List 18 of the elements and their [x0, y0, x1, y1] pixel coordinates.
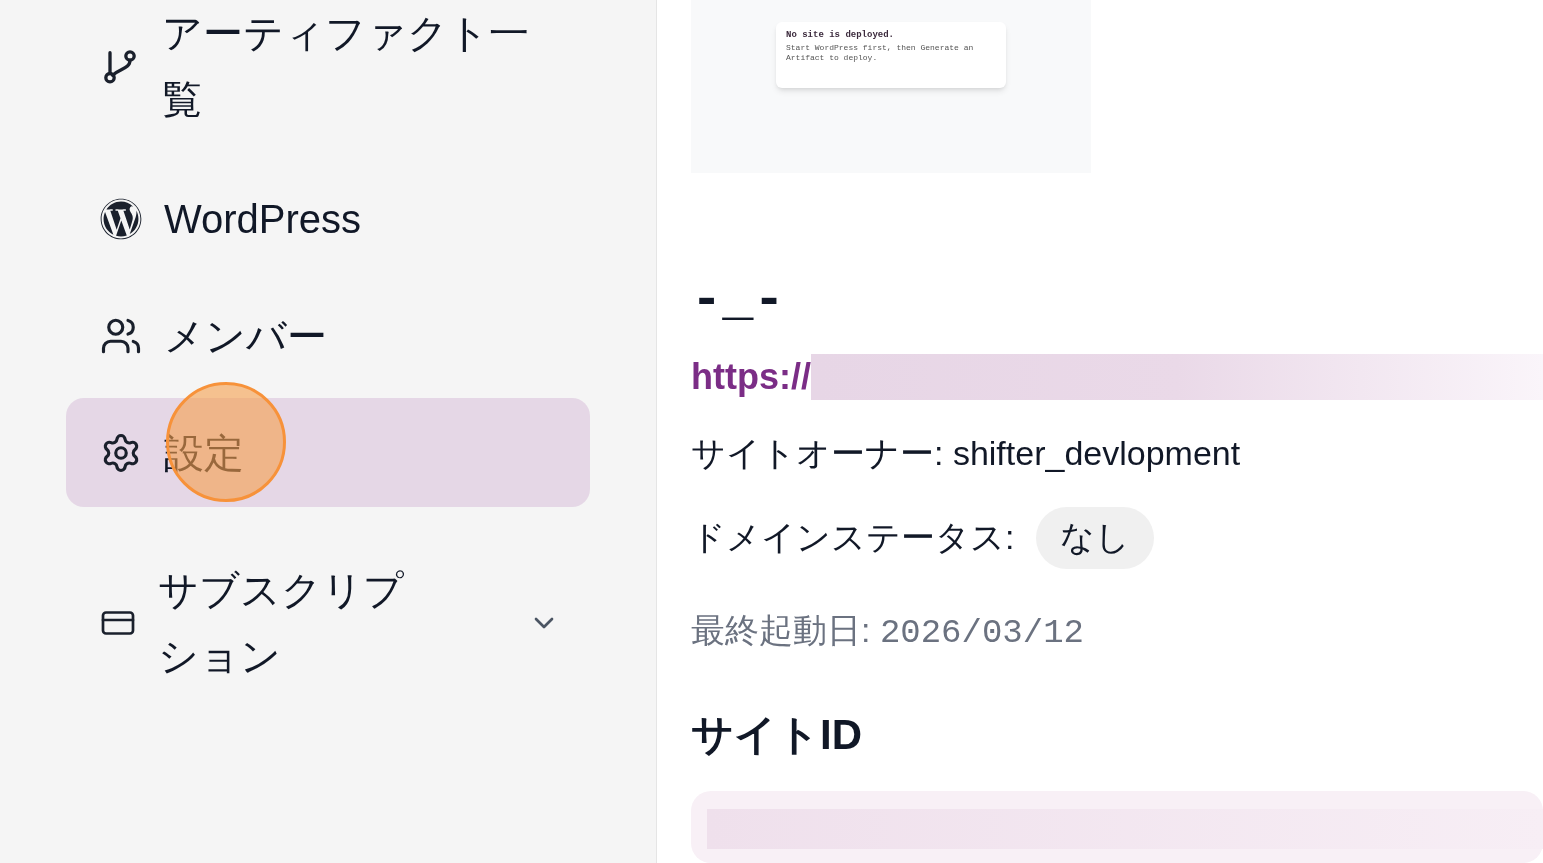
domain-status-badge: なし [1036, 506, 1155, 569]
nav-item[interactable]: メンバー [66, 281, 590, 390]
site-name: -_- [691, 269, 786, 332]
nav-label: WordPress [164, 195, 362, 243]
last-launch-date: 最終起動日: 2026/03/12 [691, 609, 1085, 654]
nav-item[interactable]: WordPress [66, 164, 590, 273]
nav-label: サブスクリプション [158, 567, 405, 680]
preview-title: No site is deployed. [786, 31, 896, 40]
wordpress-icon [100, 197, 142, 240]
nav-label: アーティファクト一覧 [162, 10, 530, 123]
preview-message: Start WordPress first, then Generate an Artifact to deploy. [786, 43, 975, 63]
site-id-heading: サイトID [691, 709, 863, 760]
site-owner: サイトオーナー: shifter_devlopment [691, 432, 1242, 474]
nav-item[interactable]: サブスクリプション [66, 549, 590, 697]
site-url-link[interactable]: https:// [691, 349, 811, 404]
nav-label: メンバー [164, 312, 327, 360]
nav-item[interactable]: アーティファクト一覧 [66, 0, 590, 140]
domain-status-label: ドメインステータス: [691, 517, 1015, 559]
